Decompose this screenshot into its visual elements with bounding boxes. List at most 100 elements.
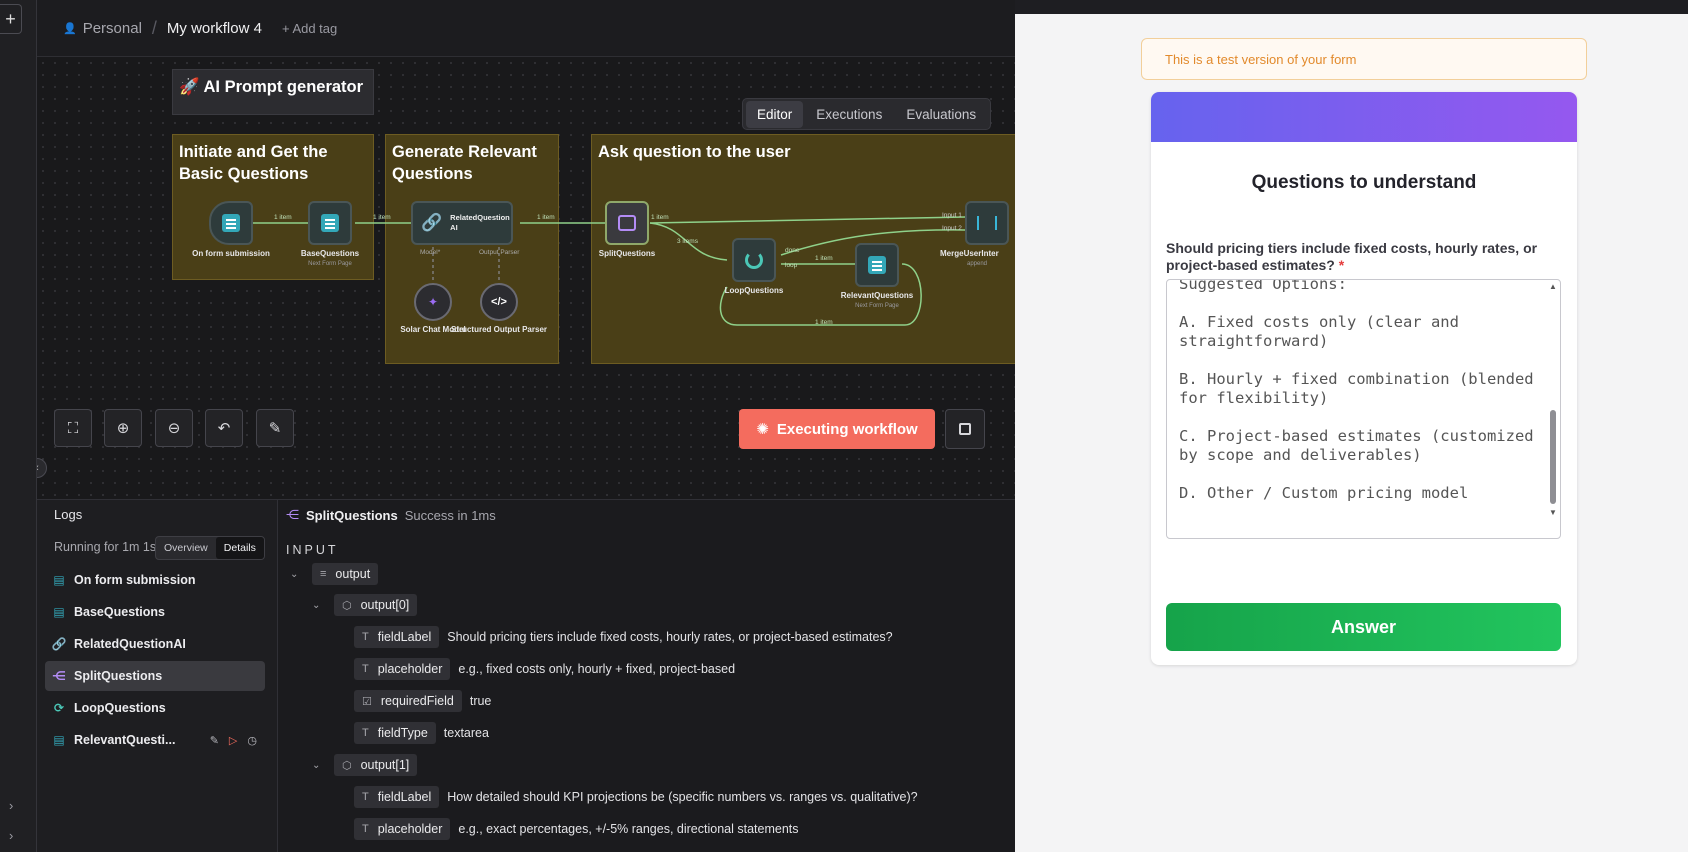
link-icon: 🔗 xyxy=(51,637,67,651)
execute-workflow-button[interactable]: ✺ Executing workflow xyxy=(739,409,935,449)
list-icon: ≡ xyxy=(320,568,327,580)
node-title: RelatedQuestion AI xyxy=(450,213,510,232)
edge-label: 1 item xyxy=(651,214,669,221)
scroll-thumb[interactable] xyxy=(1550,410,1556,504)
text-type-icon: T xyxy=(362,791,369,803)
scroll-up-icon[interactable]: ▲ xyxy=(1549,282,1557,291)
chevron-down-icon[interactable]: ⌄ xyxy=(312,600,326,611)
add-tag-button[interactable]: + Add tag xyxy=(282,21,337,36)
output-header: ⋲ SplitQuestions Success in 1ms xyxy=(286,507,496,523)
zoom-out-button[interactable]: ⊖ xyxy=(155,409,193,447)
app-root: + › › 👤 Personal / My workflow 4 + Add t… xyxy=(0,0,1688,852)
log-item[interactable]: ▤ RelevantQuesti... ✎ ▷ ◷ xyxy=(45,725,265,755)
tree-node[interactable]: ⌄ ⬡ output[0] xyxy=(312,594,418,616)
log-item[interactable]: ▤ BaseQuestions xyxy=(45,597,265,627)
form-preview-window: This is a test version of your form Ques… xyxy=(1015,0,1688,852)
project-name[interactable]: Personal xyxy=(83,20,142,37)
field-key: placeholder xyxy=(377,662,443,676)
tree-node[interactable]: ⌄ ≡ output xyxy=(290,563,379,585)
log-item[interactable]: ⋲ SplitQuestions xyxy=(45,661,265,691)
field-key: fieldLabel xyxy=(377,630,432,644)
node-split-questions[interactable] xyxy=(605,201,649,245)
stop-icon xyxy=(959,423,971,435)
node-related-question-ai[interactable]: 🔗 RelatedQuestion AI xyxy=(411,201,513,245)
answer-textarea[interactable]: Suggested Options: A. Fixed costs only (… xyxy=(1166,279,1561,539)
left-rail: + › › xyxy=(0,0,37,852)
question-label: Should pricing tiers include fixed costs… xyxy=(1166,240,1561,274)
tidy-up-button[interactable]: ✎ xyxy=(256,409,294,447)
node-structured-output-parser[interactable]: </> xyxy=(480,283,518,321)
chevron-down-icon[interactable]: ⌄ xyxy=(290,569,304,580)
loop-icon xyxy=(745,251,763,269)
node-solar-chat-model[interactable]: ✦ xyxy=(414,283,452,321)
edge-label: 1 item xyxy=(373,214,391,221)
log-item[interactable]: 🔗 RelatedQuestionAI xyxy=(45,629,265,659)
edge-label: 1 item xyxy=(815,255,833,262)
history-icon[interactable]: ◷ xyxy=(247,734,257,747)
node-loop-questions[interactable] xyxy=(732,238,776,282)
workflow-name[interactable]: My workflow 4 xyxy=(167,20,262,37)
field-key: requiredField xyxy=(380,694,454,708)
tree-key-chip: ≡ output xyxy=(312,563,379,585)
field-key: fieldLabel xyxy=(377,790,432,804)
breadcrumb[interactable]: 👤 Personal xyxy=(63,20,142,37)
tree-node[interactable]: ⌄ ⬡ output[1] xyxy=(312,754,418,776)
fit-view-button[interactable]: ⛶ xyxy=(54,409,92,447)
edge-label: 1 item xyxy=(274,214,292,221)
chevron-down-icon[interactable]: ⌄ xyxy=(312,760,326,771)
zoom-in-button[interactable]: ⊕ xyxy=(104,409,142,447)
logs-title: Logs xyxy=(54,507,83,522)
field-value: textarea xyxy=(443,726,489,740)
log-item[interactable]: ▤ On form submission xyxy=(45,565,265,595)
details-toggle[interactable]: Details xyxy=(215,537,264,559)
logs-view-toggle: Overview Details xyxy=(155,536,265,560)
edge-label: 1 item xyxy=(815,319,833,326)
log-item-label: LoopQuestions xyxy=(74,701,166,715)
undo-button[interactable]: ↶ xyxy=(205,409,243,447)
log-item-label: SplitQuestions xyxy=(74,669,163,683)
edge-label: Input 2 xyxy=(942,225,962,232)
split-icon: ⋲ xyxy=(52,669,66,683)
node-on-form-submission[interactable] xyxy=(209,201,253,245)
edge-label: Input 1 xyxy=(942,212,962,219)
node-base-questions[interactable] xyxy=(308,201,352,245)
browser-topbar xyxy=(1015,0,1688,14)
scroll-down-icon[interactable]: ▼ xyxy=(1549,508,1557,517)
spinner-icon: ✺ xyxy=(756,421,769,438)
merge-icon xyxy=(977,216,997,230)
split-icon: ⋲ xyxy=(286,507,299,522)
expand-chevron-icon[interactable]: › xyxy=(9,798,13,813)
edit-icon[interactable]: ✎ xyxy=(210,734,219,747)
text-type-icon: T xyxy=(362,663,369,675)
required-mark: * xyxy=(1338,257,1345,273)
test-version-notice: This is a test version of your form xyxy=(1141,38,1587,80)
node-relevant-questions[interactable] xyxy=(855,243,899,287)
edge-label: Model* xyxy=(420,249,441,256)
play-icon[interactable]: ▷ xyxy=(229,734,237,747)
node-label: MergeUserInter xyxy=(940,249,999,258)
code-icon: </> xyxy=(491,296,507,308)
node-merge-user-inter[interactable] xyxy=(965,201,1009,245)
expand-chevron-icon[interactable]: › xyxy=(9,828,13,843)
tree-key-chip: ☑ requiredField xyxy=(354,690,462,712)
stop-button[interactable] xyxy=(945,409,985,449)
text-type-icon: T xyxy=(362,823,369,835)
node-subtitle: append xyxy=(966,261,988,267)
input-section-label: INPUT xyxy=(286,543,339,557)
add-node-button[interactable]: + xyxy=(0,4,22,34)
tree-field-row: TfieldType textarea xyxy=(354,722,489,744)
textarea-scrollbar[interactable]: ▲ ▼ xyxy=(1546,280,1560,538)
tree-key: output[0] xyxy=(360,598,410,612)
field-value: How detailed should KPI projections be (… xyxy=(447,790,918,804)
log-item-actions: ✎ ▷ ◷ xyxy=(210,734,257,747)
overview-toggle[interactable]: Overview xyxy=(156,537,216,559)
tree-field-row: ☑ requiredField true xyxy=(354,690,491,712)
workflow-canvas[interactable]: Editor Executions Evaluations 🚀 AI Promp… xyxy=(37,57,1015,499)
boolean-type-icon: ☑ xyxy=(362,695,372,708)
loop-icon: ⟳ xyxy=(53,701,65,715)
text-type-icon: T xyxy=(362,631,369,643)
object-icon: ⬡ xyxy=(342,599,352,612)
answer-button[interactable]: Answer xyxy=(1166,603,1561,651)
log-item[interactable]: ⟳ LoopQuestions xyxy=(45,693,265,723)
tree-key-chip: ⬡ output[1] xyxy=(334,754,418,776)
